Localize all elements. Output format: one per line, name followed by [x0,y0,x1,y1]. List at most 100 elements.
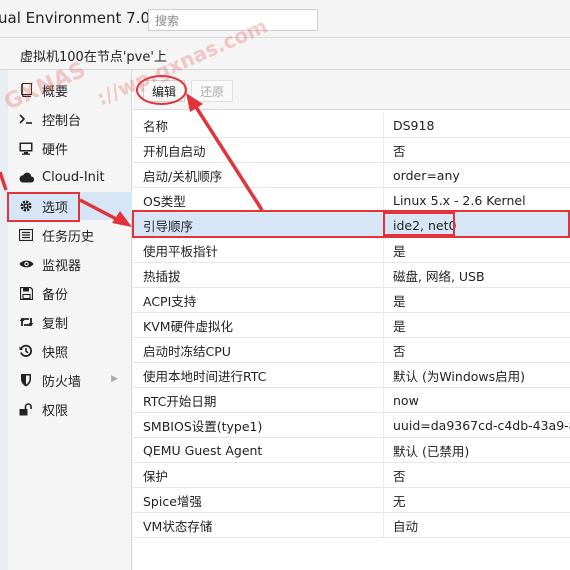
list-icon [18,227,34,243]
book-icon [18,82,34,98]
sidebar-item-options[interactable]: 选项 [8,192,132,220]
option-value: 是 [393,293,406,309]
table-row[interactable]: 名称 DS918 [133,113,570,138]
table-row[interactable]: 使用平板指针 是 [133,238,570,263]
options-toolbar: 编辑 还原 [133,70,570,110]
option-value: DS918 [393,117,435,133]
option-key: 引导顺序 [143,218,194,234]
table-row[interactable]: Spice增强 无 [133,488,570,513]
sidebar-item-replication[interactable]: 复制 [8,308,132,336]
sidebar-item-label: 控制台 [42,113,82,129]
option-key: ACPI支持 [143,293,197,309]
option-key: KVM硬件虚拟化 [143,318,234,334]
sidebar-item-label: 复制 [42,316,69,332]
vm-sidebar: 概要 控制台 硬件 Cloud-Init 选项 任务历史 监视器 备份 复制 快… [8,70,132,570]
terminal-icon [18,111,34,127]
sidebar-item-label: 硬件 [42,142,69,158]
top-bar: ual Environment 7.0-11 搜索 [0,0,570,38]
table-row[interactable]: 引导顺序 ide2, net0 [133,213,570,238]
sidebar-item-label: 监视器 [42,258,82,274]
column-divider [383,263,384,287]
sidebar-item-snapshot[interactable]: 快照 [8,337,132,365]
option-key: VM状态存储 [143,518,213,534]
column-divider [383,163,384,187]
search-input[interactable]: 搜索 [148,9,318,31]
table-row[interactable]: 启动时冻结CPU 否 [133,338,570,363]
eye-icon [18,256,34,272]
table-row[interactable]: 开机自启动 否 [133,138,570,163]
sidebar-item-monitor[interactable]: 监视器 [8,250,132,278]
column-divider [383,438,384,462]
option-value: uuid=da9367cd-c4db-43a9-8ac [393,417,570,433]
cloud-icon [18,169,34,185]
option-key: Spice增强 [143,493,202,509]
chevron-right-icon: ▶ [111,374,118,384]
table-row[interactable]: OS类型 Linux 5.x - 2.6 Kernel [133,188,570,213]
option-value: 无 [393,493,406,509]
column-divider [383,288,384,312]
option-value: Linux 5.x - 2.6 Kernel [393,192,526,208]
history-icon [18,343,34,359]
option-value: 默认 (已禁用) [393,443,470,459]
sidebar-item-label: 概要 [42,84,69,100]
column-divider [383,413,384,437]
column-divider [383,313,384,337]
option-value: 自动 [393,518,419,534]
option-key: RTC开始日期 [143,393,217,409]
table-row[interactable]: QEMU Guest Agent 默认 (已禁用) [133,438,570,463]
column-divider [383,213,384,237]
sidebar-item-summary[interactable]: 概要 [8,76,132,104]
column-divider [383,363,384,387]
table-row[interactable]: VM状态存储 自动 [133,513,570,538]
column-divider [383,113,384,137]
option-key: 使用本地时间进行RTC [143,368,267,384]
sidebar-item-console[interactable]: 控制台 [8,105,132,133]
option-key: OS类型 [143,193,186,209]
sidebar-item-label: 权限 [42,403,69,419]
option-key: 启动时冻结CPU [143,343,231,359]
floppy-icon [18,285,34,301]
monitor-icon [18,140,34,156]
option-value: ide2, net0 [393,217,457,233]
option-value: now [393,392,419,408]
unlock-icon [18,401,34,417]
sidebar-item-permissions[interactable]: 权限 [8,395,132,423]
option-key: 名称 [143,118,169,134]
sidebar-item-hardware[interactable]: 硬件 [8,134,132,162]
column-divider [383,238,384,262]
sidebar-item-label: 防火墙 [42,374,82,390]
edit-button[interactable]: 编辑 [143,80,186,102]
option-value: 是 [393,243,406,259]
option-key: 保护 [143,468,169,484]
table-row[interactable]: ACPI支持 是 [133,288,570,313]
column-divider [383,138,384,162]
option-value: 默认 (为Windows启用) [393,368,526,384]
table-row[interactable]: 保护 否 [133,463,570,488]
revert-button[interactable]: 还原 [191,80,234,102]
gear-icon [18,198,34,214]
panel-header: 虚拟机100在节点'pve'上 [0,38,570,70]
table-row[interactable]: RTC开始日期 now [133,388,570,413]
column-divider [383,338,384,362]
column-divider [383,513,384,537]
table-row[interactable]: 使用本地时间进行RTC 默认 (为Windows启用) [133,363,570,388]
table-row[interactable]: SMBIOS设置(type1) uuid=da9367cd-c4db-43a9-8… [133,413,570,438]
option-value: order=any [393,167,460,183]
sidebar-item-label: 任务历史 [42,229,95,245]
option-key: SMBIOS设置(type1) [143,418,263,434]
sidebar-item-task-history[interactable]: 任务历史 [8,221,132,249]
table-row[interactable]: 启动/关机顺序 order=any [133,163,570,188]
sidebar-item-label: Cloud-Init [42,169,105,185]
sidebar-item-firewall[interactable]: 防火墙 ▶ [8,366,132,394]
options-panel: 编辑 还原 名称 DS918 开机自启动否启动/关机顺序 order=any OS类型 L… [133,70,570,570]
table-row[interactable]: 热插拔 磁盘, 网络, USB [133,263,570,288]
sidebar-item-label: 快照 [42,345,69,361]
column-divider [383,463,384,487]
sidebar-item-cloud-init[interactable]: Cloud-Init [8,163,132,191]
sidebar-item-backup[interactable]: 备份 [8,279,132,307]
resource-tree-edge [0,70,8,570]
sidebar-item-label: 备份 [42,287,69,303]
column-divider [383,188,384,212]
option-key: 使用平板指针 [143,243,219,259]
table-row[interactable]: KVM硬件虚拟化 是 [133,313,570,338]
